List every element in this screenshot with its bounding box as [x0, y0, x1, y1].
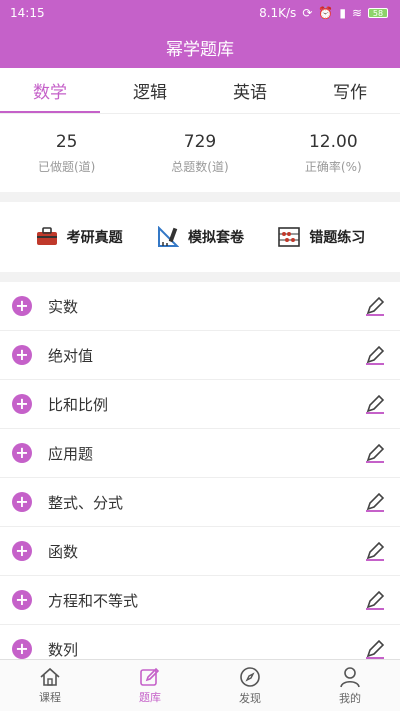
- expand-icon[interactable]: +: [12, 296, 32, 316]
- list-item[interactable]: + 比和比例: [0, 380, 400, 429]
- nav-label: 课程: [39, 690, 61, 704]
- stat-label: 已做题(道): [37, 159, 96, 174]
- network-speed: 8.1K/s: [259, 6, 297, 20]
- stat-done: 25 已做题(道): [0, 114, 133, 192]
- sync-icon: ⟳: [302, 6, 313, 20]
- pencil-icon[interactable]: [364, 638, 386, 660]
- subject-tabs: 数学 逻辑 英语 写作: [0, 68, 400, 114]
- nav-question-bank[interactable]: 题库: [100, 660, 200, 711]
- pencil-icon[interactable]: [364, 393, 386, 415]
- nav-label: 发现: [239, 691, 261, 705]
- pencil-icon[interactable]: [364, 442, 386, 464]
- status-indicators: 8.1K/s ⟳ ⏰ ▮ ≋ 58: [259, 6, 388, 20]
- wifi-icon: ≋: [351, 6, 362, 20]
- stat-label: 正确率(%): [304, 159, 362, 174]
- status-time: 14:15: [10, 6, 45, 20]
- stat-value: 25: [55, 131, 78, 152]
- topic-label: 比和比例: [48, 395, 109, 414]
- nav-label: 我的: [339, 691, 361, 705]
- expand-icon[interactable]: +: [12, 541, 32, 561]
- expand-icon[interactable]: +: [12, 345, 32, 365]
- list-item[interactable]: + 绝对值: [0, 331, 400, 380]
- compass-icon: [240, 666, 260, 687]
- signal-icon: ▮: [339, 6, 346, 20]
- ruler-icon: [156, 226, 180, 248]
- expand-icon[interactable]: +: [12, 639, 32, 659]
- tab-writing[interactable]: 写作: [300, 68, 400, 113]
- list-item[interactable]: + 方程和不等式: [0, 576, 400, 625]
- topic-label: 绝对值: [48, 346, 94, 365]
- nav-discover[interactable]: 发现: [200, 660, 300, 711]
- bottom-nav: 课程 题库 发现 我的: [0, 659, 400, 711]
- list-item[interactable]: + 函数: [0, 527, 400, 576]
- list-item[interactable]: + 整式、分式: [0, 478, 400, 527]
- topic-list: + 实数 + 绝对值 + 比和比例 + 应用题 + 整式、分式 + 函数 + 方…: [0, 282, 400, 674]
- expand-icon[interactable]: +: [12, 492, 32, 512]
- home-icon: [40, 667, 60, 686]
- expand-icon[interactable]: +: [12, 590, 32, 610]
- tab-logic[interactable]: 逻辑: [100, 68, 200, 113]
- person-icon: [340, 666, 360, 687]
- topic-label: 整式、分式: [48, 493, 124, 512]
- stat-accuracy: 12.00 正确率(%): [267, 114, 400, 192]
- topic-label: 方程和不等式: [48, 591, 139, 610]
- expand-icon[interactable]: +: [12, 394, 32, 414]
- topic-label: 函数: [48, 542, 79, 561]
- battery-icon: 58: [368, 8, 388, 18]
- list-item[interactable]: + 实数: [0, 282, 400, 331]
- stat-total: 729 总题数(道): [133, 114, 266, 192]
- edit-icon: [140, 667, 160, 686]
- pencil-icon[interactable]: [364, 344, 386, 366]
- expand-icon[interactable]: +: [12, 443, 32, 463]
- shortcut-bar: 考研真题 模拟套卷 错题练习: [0, 202, 400, 272]
- shortcut-label: 错题练习: [309, 230, 366, 246]
- tab-english[interactable]: 英语: [200, 68, 300, 113]
- briefcase-icon: [35, 226, 59, 248]
- app-header: 14:15 8.1K/s ⟳ ⏰ ▮ ≋ 58 幂学题库: [0, 0, 400, 68]
- topic-label: 应用题: [48, 444, 94, 463]
- nav-courses[interactable]: 课程: [0, 660, 100, 711]
- mock-exams-button[interactable]: 模拟套卷: [156, 226, 244, 248]
- stats-panel: 25 已做题(道) 729 总题数(道) 12.00 正确率(%): [0, 114, 400, 192]
- pencil-icon[interactable]: [364, 540, 386, 562]
- nav-me[interactable]: 我的: [300, 660, 400, 711]
- pencil-icon[interactable]: [364, 491, 386, 513]
- stat-value: 729: [183, 131, 217, 152]
- pencil-icon[interactable]: [364, 295, 386, 317]
- tab-math[interactable]: 数学: [0, 68, 100, 113]
- nav-label: 题库: [139, 690, 161, 704]
- list-item[interactable]: + 应用题: [0, 429, 400, 478]
- topic-label: 实数: [48, 297, 79, 316]
- alarm-icon: ⏰: [318, 6, 334, 20]
- abacus-icon: [277, 226, 301, 248]
- topic-label: 数列: [48, 640, 79, 659]
- page-title: 幂学题库: [166, 39, 234, 60]
- past-exams-button[interactable]: 考研真题: [35, 226, 123, 248]
- pencil-icon[interactable]: [364, 589, 386, 611]
- stat-label: 总题数(道): [171, 159, 229, 174]
- wrong-questions-button[interactable]: 错题练习: [277, 226, 365, 248]
- stat-value: 12.00: [308, 131, 358, 152]
- status-bar: 14:15 8.1K/s ⟳ ⏰ ▮ ≋ 58: [0, 0, 400, 26]
- shortcut-label: 模拟套卷: [187, 230, 244, 246]
- shortcut-label: 考研真题: [66, 230, 123, 246]
